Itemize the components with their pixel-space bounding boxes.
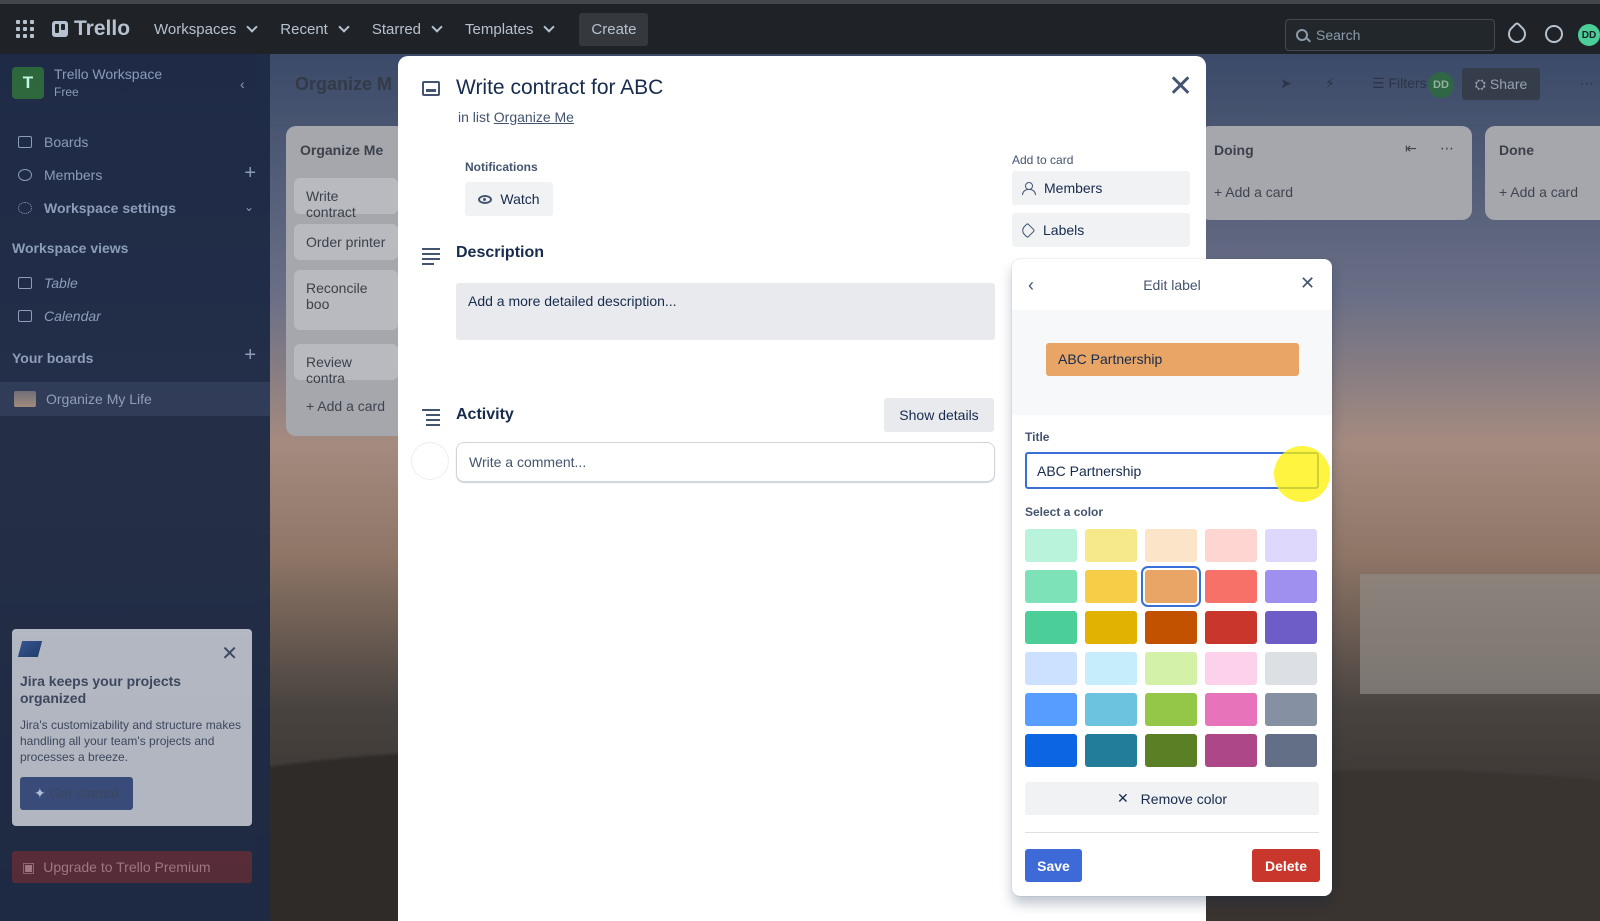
eye-icon — [478, 194, 493, 204]
close-icon: ✕ — [1116, 790, 1129, 806]
labels-label: Labels — [1043, 222, 1085, 238]
avatar — [412, 443, 448, 479]
description-input[interactable]: Add a more detailed description... — [456, 283, 995, 340]
select-color-label: Select a color — [1025, 505, 1104, 519]
color-swatch[interactable] — [1265, 734, 1317, 767]
tag-icon — [1019, 222, 1036, 238]
members-button[interactable]: Members — [1012, 171, 1190, 205]
color-swatch[interactable] — [1265, 652, 1317, 685]
description-heading: Description — [456, 244, 545, 261]
color-swatch[interactable] — [1145, 652, 1197, 685]
color-swatch[interactable] — [1085, 734, 1137, 767]
edit-label-popover: ‹ Edit label ✕ ABC Partnership Title Sel… — [1012, 259, 1332, 896]
color-swatch[interactable] — [1025, 693, 1077, 726]
watch-label: Watch — [500, 191, 540, 207]
show-details-button[interactable]: Show details — [884, 398, 994, 432]
color-swatch[interactable] — [1145, 734, 1197, 767]
color-swatch[interactable] — [1025, 529, 1077, 562]
list-link[interactable]: Organize Me — [494, 109, 574, 125]
card-list-info: in list Organize Me — [458, 109, 574, 125]
color-swatch[interactable] — [1205, 570, 1257, 603]
title-field-label: Title — [1025, 430, 1050, 444]
add-to-card-heading: Add to card — [1012, 153, 1074, 167]
description-icon — [422, 248, 440, 268]
color-swatch[interactable] — [1085, 652, 1137, 685]
save-button[interactable]: Save — [1025, 849, 1082, 882]
members-label: Members — [1044, 180, 1103, 196]
color-swatch[interactable] — [1265, 611, 1317, 644]
color-swatch[interactable] — [1145, 529, 1197, 562]
color-swatch[interactable] — [1085, 611, 1137, 644]
color-swatch[interactable] — [1205, 529, 1257, 562]
color-swatch-grid — [1025, 529, 1317, 767]
color-swatch[interactable] — [1145, 611, 1197, 644]
color-swatch[interactable] — [1025, 611, 1077, 644]
watch-button[interactable]: Watch — [465, 182, 553, 216]
activity-heading: Activity — [456, 406, 514, 423]
color-swatch[interactable] — [1085, 529, 1137, 562]
color-swatch[interactable] — [1025, 734, 1077, 767]
color-swatch[interactable] — [1265, 570, 1317, 603]
in-list-prefix: in list — [458, 109, 490, 125]
color-swatch[interactable] — [1205, 611, 1257, 644]
color-swatch[interactable] — [1085, 570, 1137, 603]
popover-title: Edit label — [1143, 277, 1201, 293]
divider — [1025, 832, 1319, 833]
label-preview: ABC Partnership — [1046, 343, 1299, 376]
remove-color-label: Remove color — [1140, 790, 1228, 807]
color-swatch[interactable] — [1145, 570, 1197, 603]
card-icon — [422, 81, 440, 96]
activity-icon — [422, 409, 440, 429]
color-swatch[interactable] — [1205, 693, 1257, 726]
color-swatch[interactable] — [1205, 652, 1257, 685]
delete-button[interactable]: Delete — [1252, 849, 1320, 882]
cursor-highlight — [1274, 446, 1330, 502]
color-swatch[interactable] — [1265, 693, 1317, 726]
color-swatch[interactable] — [1265, 529, 1317, 562]
close-icon[interactable]: ✕ — [1168, 72, 1193, 102]
person-icon — [1022, 182, 1036, 195]
remove-color-button[interactable]: ✕ Remove color — [1025, 782, 1319, 815]
close-icon[interactable]: ✕ — [1300, 273, 1315, 294]
color-swatch[interactable] — [1025, 570, 1077, 603]
color-swatch[interactable] — [1205, 734, 1257, 767]
notifications-label: Notifications — [465, 160, 538, 174]
card-title[interactable]: Write contract for ABC — [456, 76, 663, 100]
color-swatch[interactable] — [1085, 693, 1137, 726]
labels-button[interactable]: Labels — [1012, 213, 1190, 247]
comment-input[interactable]: Write a comment... — [456, 442, 995, 482]
color-swatch[interactable] — [1025, 652, 1077, 685]
color-swatch[interactable] — [1145, 693, 1197, 726]
